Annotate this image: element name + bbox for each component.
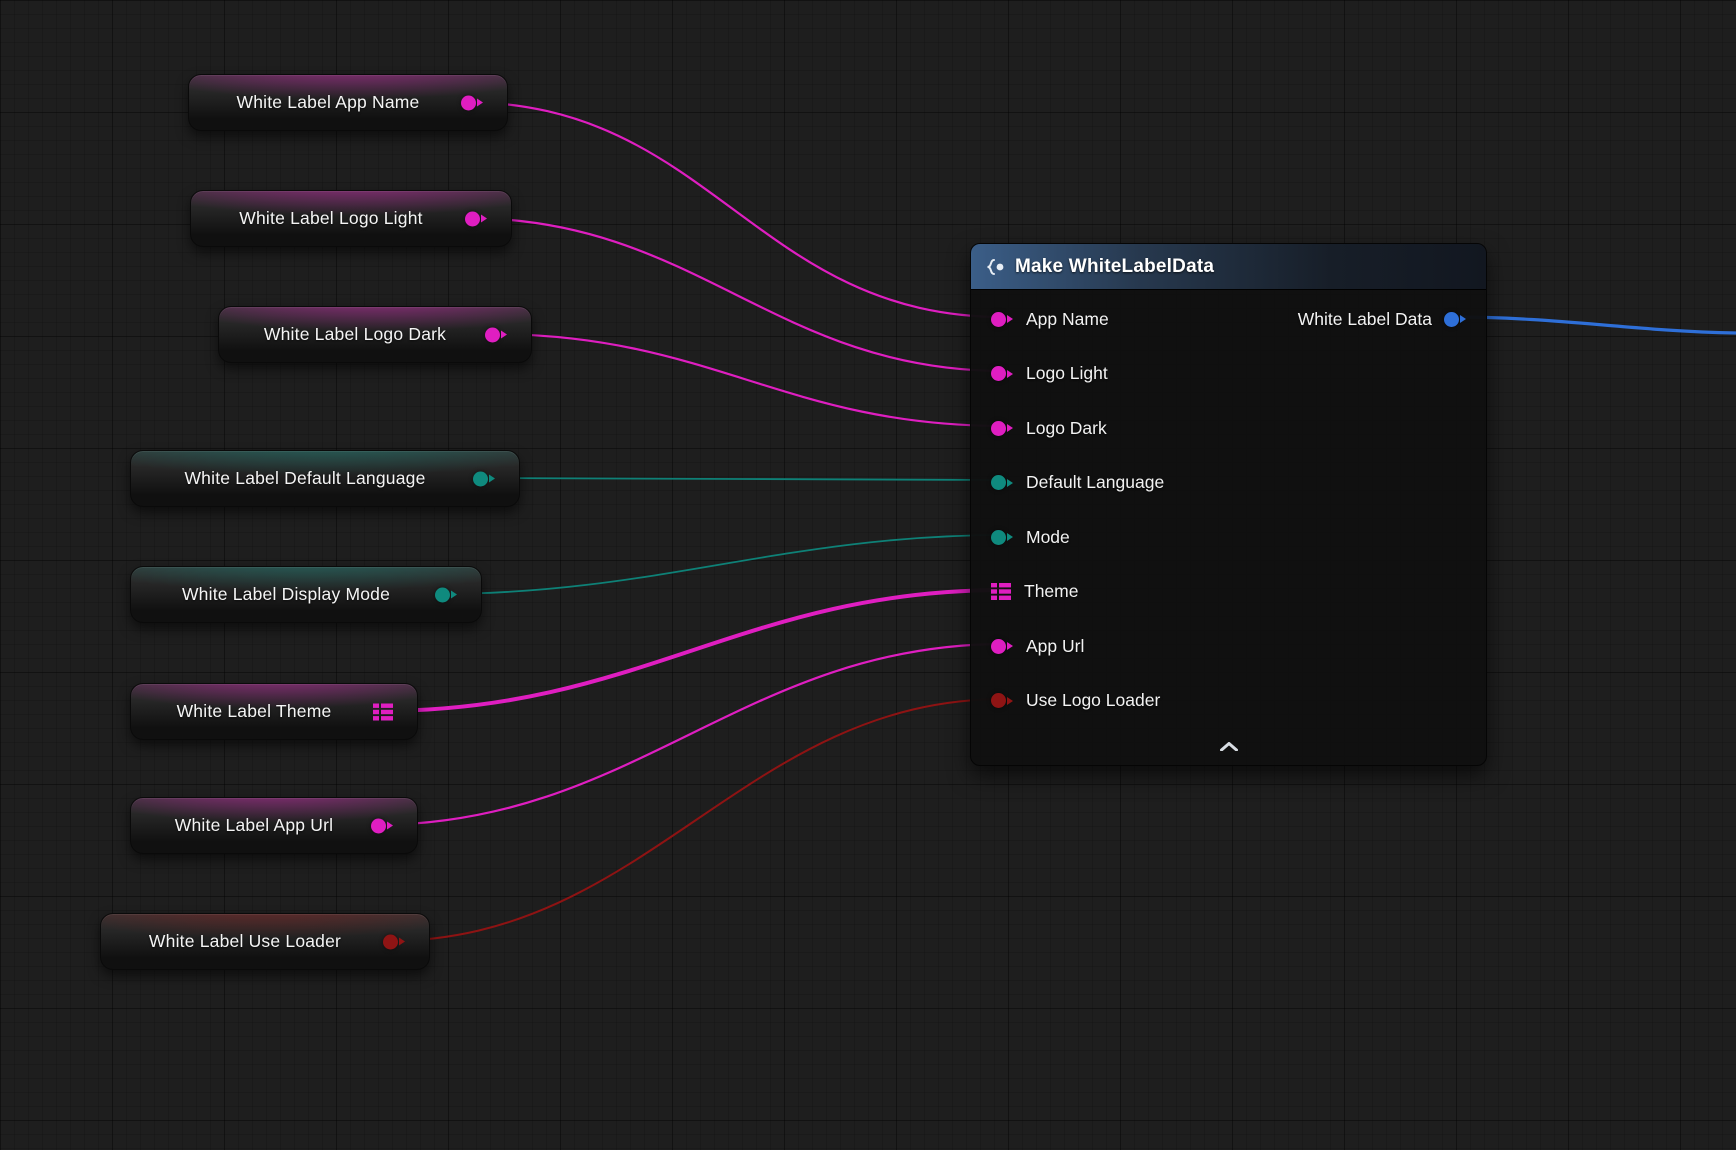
output-row-white-label-data: White Label Data [1298,292,1466,347]
wire-logo-light[interactable] [467,218,1004,371]
output-pin[interactable] [435,587,457,602]
output-pin[interactable] [473,471,495,486]
wire-use-loader[interactable] [388,699,1004,941]
variable-node-white-label-theme[interactable]: White Label Theme [130,683,418,740]
pin-row-use-logo-loader: Use Logo Loader [971,674,1486,729]
variable-node-label: White Label App Name [219,92,478,113]
pin-row-theme: Theme [971,565,1486,620]
input-pin-logo-dark[interactable] [991,421,1013,436]
make-whitelabeldata-node[interactable]: Make WhiteLabelData App Name Logo Light … [970,243,1487,766]
pin-row-mode: Mode [971,510,1486,565]
wire-logo-dark[interactable] [491,334,1004,426]
node-body: App Name Logo Light Logo Dark Default La… [971,290,1486,728]
wire-app-url[interactable] [375,644,1004,825]
output-pin-white-label-data[interactable] [1444,312,1466,327]
pin-label: Theme [1024,581,1078,602]
pin-label: Logo Dark [1026,418,1107,439]
pin-row-default-language: Default Language [971,456,1486,511]
variable-node-white-label-use-loader[interactable]: White Label Use Loader [100,913,430,970]
pin-row-logo-dark: Logo Dark [971,401,1486,456]
pin-label: App Name [1026,309,1109,330]
variable-node-label: White Label Theme [159,701,390,722]
input-pin-app-url[interactable] [991,639,1013,654]
input-pin-logo-light[interactable] [991,366,1013,381]
variable-node-label: White Label Display Mode [164,584,448,605]
variable-node-white-label-app-name[interactable]: White Label App Name [188,74,508,131]
output-pin[interactable] [465,211,487,226]
input-pin-theme-struct-grid-icon[interactable] [991,583,1011,600]
pin-row-logo-light: Logo Light [971,347,1486,402]
wire-white-label-data-output[interactable] [1452,317,1736,333]
variable-node-white-label-app-url[interactable]: White Label App Url [130,797,418,854]
node-header[interactable]: Make WhiteLabelData [971,244,1486,290]
collapse-advanced-pins-button[interactable] [1207,733,1251,759]
pin-label: Default Language [1026,472,1164,493]
variable-node-label: White Label Use Loader [131,931,399,952]
variable-node-label: White Label Logo Light [221,208,480,229]
input-pin-mode[interactable] [991,530,1013,545]
pin-label: Logo Light [1026,363,1108,384]
input-pin-use-logo-loader[interactable] [991,693,1013,708]
struct-grid-pin-icon[interactable] [373,703,393,720]
variable-node-white-label-display-mode[interactable]: White Label Display Mode [130,566,482,623]
pin-label: Use Logo Loader [1026,690,1160,711]
variable-node-white-label-default-language[interactable]: White Label Default Language [130,450,520,507]
pin-row-app-url: App Url [971,619,1486,674]
output-pin[interactable] [461,95,483,110]
pin-label: Mode [1026,527,1070,548]
output-pin[interactable] [485,327,507,342]
variable-node-white-label-logo-dark[interactable]: White Label Logo Dark [218,306,532,363]
input-pin-app-name[interactable] [991,312,1013,327]
variable-node-label: White Label App Url [157,815,391,836]
node-title: Make WhiteLabelData [1015,256,1214,278]
output-pin[interactable] [383,934,405,949]
wire-mode[interactable] [437,535,1004,594]
variable-node-label: White Label Default Language [166,468,483,489]
chevron-up-icon [1220,742,1238,751]
make-struct-icon [985,257,1005,277]
variable-node-white-label-logo-light[interactable]: White Label Logo Light [190,190,512,247]
input-pin-default-language[interactable] [991,475,1013,490]
wire-default-language[interactable] [480,478,1004,480]
output-pin[interactable] [371,818,393,833]
wire-app-name[interactable] [463,102,1004,317]
variable-node-label: White Label Logo Dark [246,324,504,345]
pin-label: App Url [1026,636,1084,657]
pin-label: White Label Data [1298,309,1432,330]
blueprint-graph-canvas[interactable]: { "editor": { "kind": "blueprint-node-gr… [0,0,1736,1150]
